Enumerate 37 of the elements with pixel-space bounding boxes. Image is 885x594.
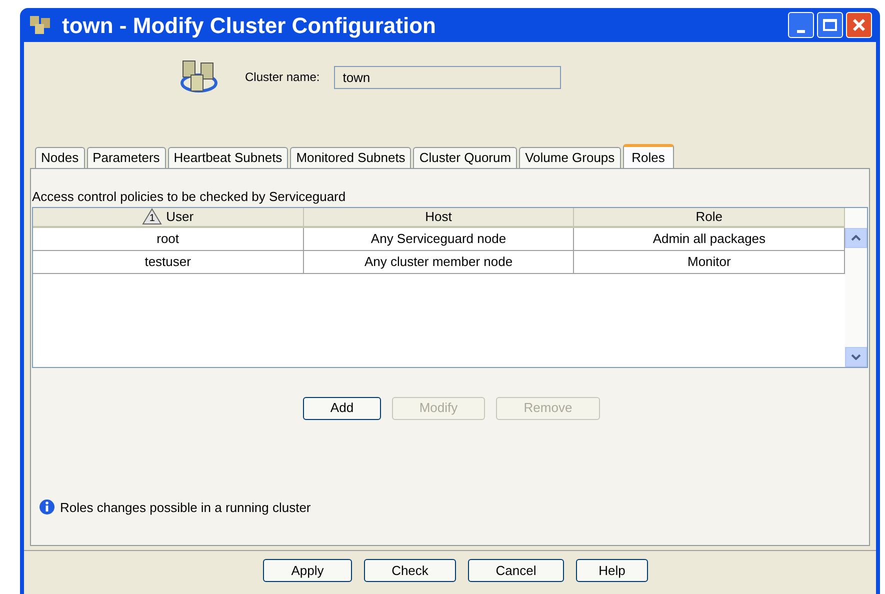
dialog-button[interactable]: Help — [576, 559, 648, 582]
info-message: Roles changes possible in a running cluster — [60, 498, 311, 517]
tab[interactable]: Monitored Subnets — [290, 147, 412, 168]
scrollbar[interactable] — [845, 208, 867, 366]
info-icon — [39, 499, 55, 516]
table-cell: testuser — [33, 250, 304, 274]
table-cell: Admin all packages — [574, 228, 846, 250]
table-cell: Any cluster member node — [304, 250, 574, 274]
tab[interactable]: Roles — [622, 144, 674, 168]
tab[interactable]: Parameters — [86, 147, 166, 168]
close-button[interactable] — [846, 12, 872, 38]
close-icon — [852, 18, 866, 32]
tab[interactable]: Nodes — [35, 147, 85, 168]
caret-up-icon — [851, 234, 861, 240]
window-title: town - Modify Cluster Configuration — [62, 12, 436, 40]
column-header[interactable]: 1 User — [33, 208, 304, 228]
table-cell: root — [33, 228, 304, 250]
caret-down-icon — [851, 354, 861, 360]
action-button[interactable]: Add — [303, 396, 381, 420]
tab[interactable]: Heartbeat Subnets — [168, 147, 288, 168]
dialog-button[interactable]: Apply — [263, 559, 352, 582]
dialog-button[interactable]: Check — [364, 559, 456, 582]
table-cell: Monitor — [574, 250, 846, 274]
scroll-down-button[interactable] — [845, 346, 867, 366]
cluster-name-field[interactable]: town — [334, 66, 561, 88]
tab[interactable]: Cluster Quorum — [413, 147, 518, 168]
scroll-up-button[interactable] — [845, 228, 867, 248]
column-header[interactable]: Host — [304, 208, 574, 228]
minimize-button[interactable] — [788, 12, 814, 38]
cluster-name-label: Cluster name: — [245, 69, 320, 86]
table-caption: Access control policies to be checked by Serviceguard — [31, 188, 347, 206]
table-cell: Any Serviceguard node — [304, 228, 574, 250]
column-header[interactable]: Role — [574, 208, 846, 228]
tab[interactable]: Volume Groups — [519, 147, 621, 168]
dialog-button[interactable]: Cancel — [468, 559, 564, 582]
sort-indicator-icon: 1 — [142, 208, 162, 225]
maximize-button[interactable] — [817, 12, 843, 38]
